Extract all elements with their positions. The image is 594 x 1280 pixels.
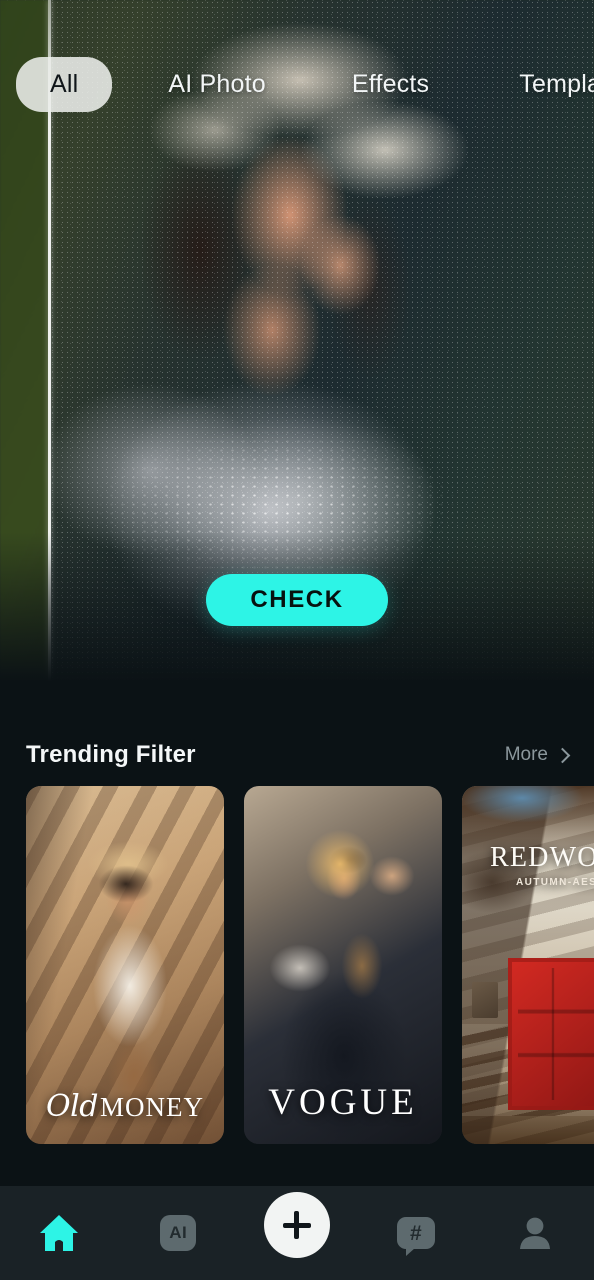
home-icon: [40, 1215, 79, 1251]
tab-ai-photo[interactable]: AI Photo: [160, 70, 274, 99]
nav-item-ai[interactable]: AI: [132, 1186, 224, 1280]
filter-card-title: VOGUE: [268, 1082, 418, 1123]
ai-icon: AI: [160, 1215, 197, 1251]
filter-card-label: VOGUE: [244, 1081, 442, 1124]
filter-card-image: [462, 786, 594, 1144]
nav-item-home[interactable]: [13, 1186, 105, 1280]
filter-card-title: REDWOOD: [490, 842, 594, 873]
nav-item-profile[interactable]: [489, 1186, 581, 1280]
chevron-right-icon: [554, 747, 571, 763]
category-tabs: All AI Photo Effects Templates: [0, 56, 594, 112]
plus-icon: [263, 1192, 330, 1258]
more-label: More: [504, 744, 548, 765]
tab-templates[interactable]: Templates: [511, 70, 594, 99]
filter-card-title-script: Old: [46, 1089, 98, 1124]
tab-all[interactable]: All: [16, 56, 113, 112]
nav-item-create[interactable]: [251, 1186, 343, 1280]
bottom-navigation-bar: AI #: [0, 1186, 594, 1280]
filter-card-title-serif: MONEY: [99, 1092, 204, 1122]
filter-card-old-money[interactable]: OldMONEY: [26, 786, 224, 1144]
plus-vertical-bar: [294, 1211, 300, 1239]
filter-card-redwood[interactable]: REDWOOD AUTUMN-AESTHETIC: [462, 786, 594, 1144]
filter-card-subtitle: AUTUMN-AESTHETIC: [516, 877, 594, 888]
page-title: Trending Filter: [26, 741, 196, 768]
mailbox-shape: [472, 982, 498, 1018]
red-door-shape: [508, 958, 594, 1110]
filter-card-label: OldMONEY: [26, 1089, 224, 1124]
filter-card-vogue[interactable]: VOGUE: [244, 786, 442, 1144]
hashtag-bubble-icon: #: [396, 1217, 435, 1256]
app-root: All AI Photo Effects Templates CHECK Tre…: [0, 0, 594, 1280]
trending-filter-header: Trending Filter More: [0, 736, 594, 774]
filter-card-label: REDWOOD AUTUMN-AESTHETIC: [462, 842, 594, 888]
tab-effects[interactable]: Effects: [344, 70, 437, 99]
nav-item-community[interactable]: #: [370, 1186, 462, 1280]
profile-icon: [519, 1217, 550, 1249]
check-button[interactable]: CHECK: [206, 574, 388, 626]
trending-filter-list[interactable]: OldMONEY VOGUE REDWOOD AUTUMN-AESTHETIC: [0, 786, 594, 1146]
more-button[interactable]: More: [504, 744, 571, 766]
